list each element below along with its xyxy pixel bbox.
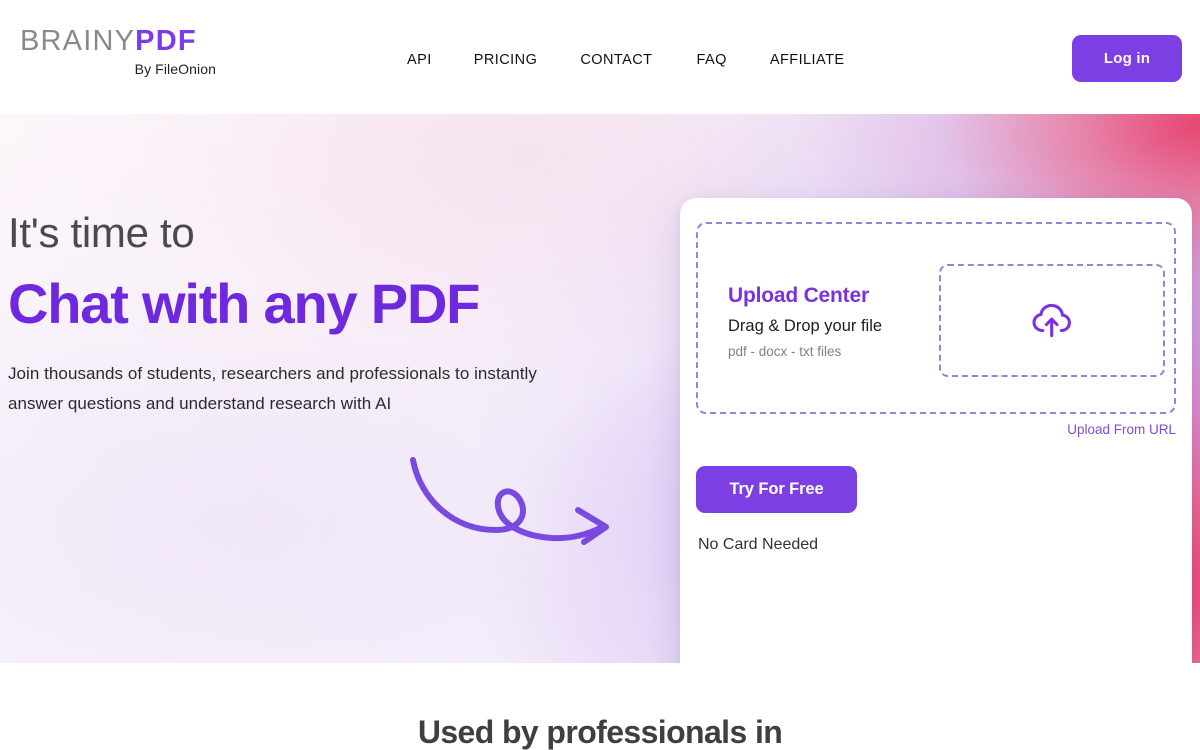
hero-headline-main: Chat with any PDF	[8, 272, 480, 336]
upload-card: Upload Center Drag & Drop your file pdf …	[680, 198, 1192, 663]
brand-title: BRAINYPDF	[20, 26, 280, 56]
brand-tagline: By FileOnion	[134, 61, 216, 78]
upload-from-url-link[interactable]: Upload From URL	[1067, 422, 1176, 437]
social-proof-section: Used by professionals in	[0, 663, 1200, 750]
main-nav: API PRICING CONTACT FAQ AFFILIATE	[390, 46, 845, 74]
dropzone-subtitle: Drag & Drop your file	[728, 317, 883, 335]
nav-item-api[interactable]: API	[407, 46, 432, 74]
hero-section: It's time to Chat with any PDF Join thou…	[0, 114, 1200, 663]
nav-item-affiliate[interactable]: AFFILIATE	[770, 46, 845, 74]
nav-item-faq[interactable]: FAQ	[696, 46, 726, 74]
hero-copy-block: It's time to Chat with any PDF Join thou…	[8, 209, 648, 419]
dropzone-title: Upload Center	[728, 284, 869, 307]
nav-item-contact[interactable]: CONTACT	[580, 46, 652, 74]
site-header: BRAINYPDF By FileOnion API PRICING CONTA…	[0, 0, 1200, 114]
dropzone-text-block: Upload Center Drag & Drop your file pdf …	[728, 284, 938, 359]
try-for-free-button[interactable]: Try For Free	[696, 466, 857, 513]
hero-headline-top: It's time to	[8, 209, 195, 256]
dropzone-formats: pdf - docx - txt files	[728, 344, 842, 359]
dropzone[interactable]: Upload Center Drag & Drop your file pdf …	[696, 222, 1176, 414]
brand-name-primary: BRAINY	[20, 25, 136, 57]
no-card-needed-note: No Card Needed	[698, 536, 819, 553]
file-drop-target[interactable]	[939, 264, 1165, 377]
nav-item-pricing[interactable]: PRICING	[474, 46, 538, 74]
brand-logo[interactable]: BRAINYPDF By FileOnion	[20, 26, 280, 78]
cloud-upload-icon	[1032, 303, 1071, 337]
login-button[interactable]: Log in	[1072, 35, 1182, 82]
hero-subcopy: Join thousands of students, researchers …	[8, 364, 537, 414]
social-proof-heading: Used by professionals in	[417, 714, 783, 750]
landing-page: BRAINYPDF By FileOnion API PRICING CONTA…	[0, 0, 1200, 750]
brand-name-accent: PDF	[135, 25, 197, 57]
